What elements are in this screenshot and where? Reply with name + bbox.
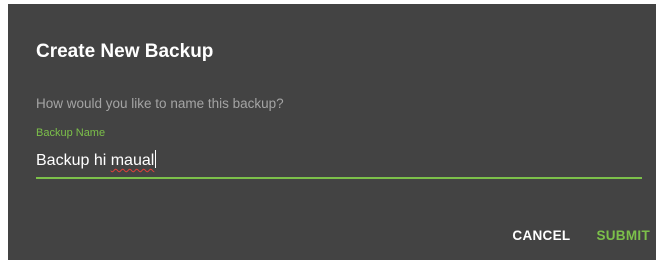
backup-name-value: Backup hi <box>36 152 111 169</box>
text-caret <box>155 150 157 168</box>
create-backup-dialog: Create New Backup How would you like to … <box>8 4 656 260</box>
cancel-button[interactable]: CANCEL <box>512 226 570 246</box>
dialog-actions: CANCEL SUBMIT <box>512 226 650 246</box>
submit-button[interactable]: SUBMIT <box>596 226 650 246</box>
dialog-title: Create New Backup <box>36 41 214 62</box>
backup-name-field[interactable]: Backup Name Backup hi maual <box>36 126 642 182</box>
backup-name-input[interactable]: Backup hi maual <box>36 150 642 172</box>
backup-name-label: Backup Name <box>36 127 106 139</box>
dialog-prompt: How would you like to name this backup? <box>36 96 284 111</box>
input-underline <box>36 177 642 179</box>
misspelled-word: maual <box>110 152 155 169</box>
